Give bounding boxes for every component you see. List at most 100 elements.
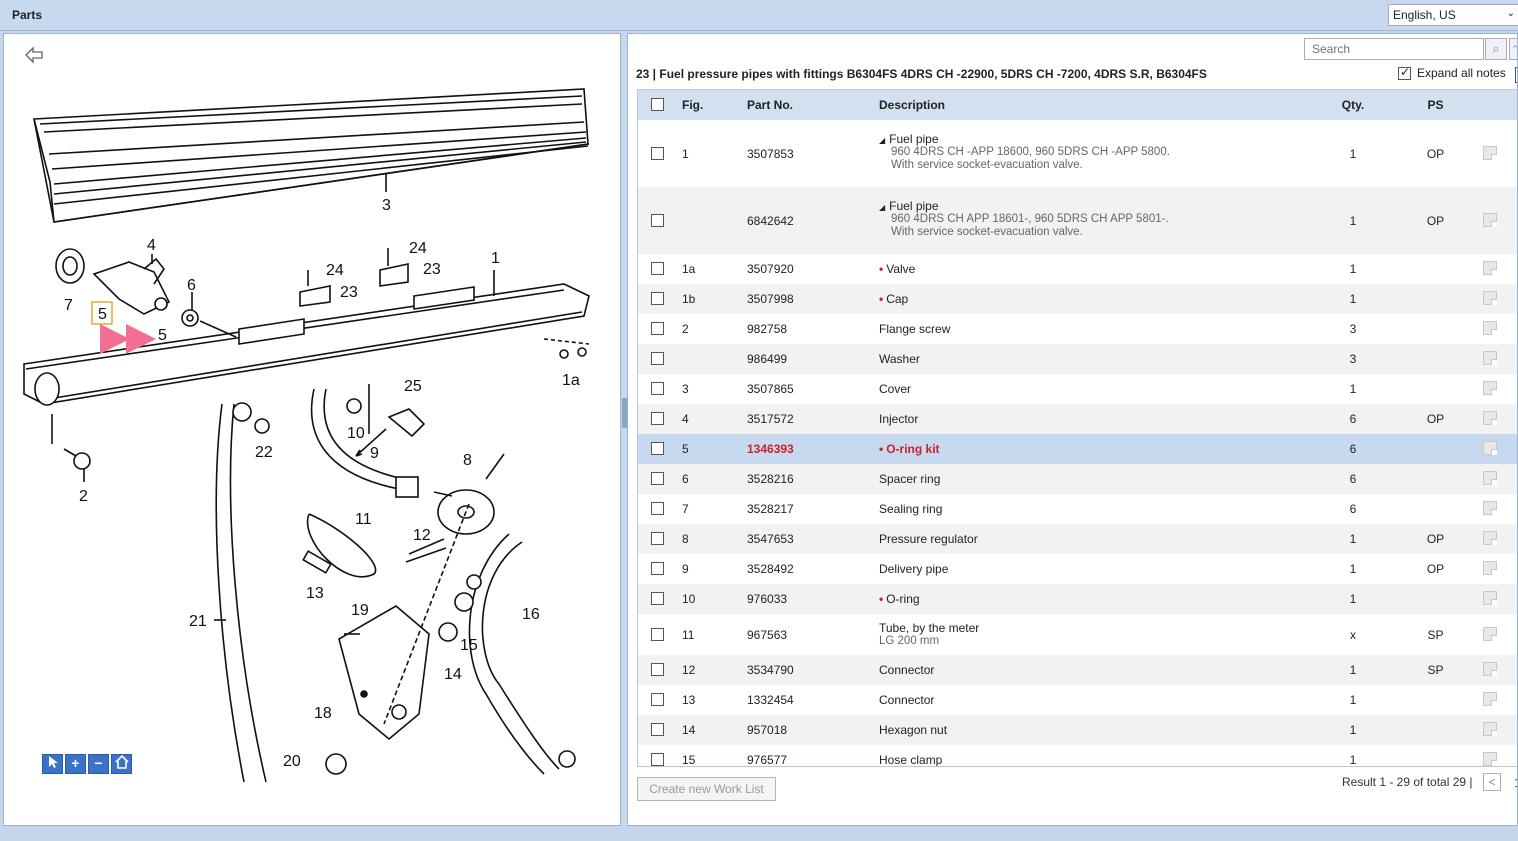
part-number[interactable]: 3507920 [747,262,794,276]
note-icon[interactable] [1483,722,1497,736]
pager-prev-button[interactable]: < [1483,773,1501,791]
note-icon[interactable] [1483,531,1497,545]
callout-label[interactable]: 4 [147,237,156,254]
table-row[interactable]: 11 967563 Tube, by the meter LG 200 mm x SP [638,614,1517,655]
column-header-fig[interactable]: Fig. [682,98,703,112]
part-number[interactable]: 3507998 [747,292,794,306]
callout-label[interactable]: 1 [491,250,500,267]
table-row[interactable]: 12 3534790 Connector 1 SP [638,655,1517,685]
table-row[interactable]: 10 976033 • O-ring 1 [638,584,1517,614]
part-number[interactable]: 967563 [747,628,787,642]
part-number[interactable]: 3528217 [747,502,794,516]
table-row[interactable]: 986499 Washer 3 [638,344,1517,374]
callout-label[interactable]: 14 [444,666,462,683]
part-number[interactable]: 982758 [747,322,787,336]
table-row[interactable]: 9 3528492 Delivery pipe 1 OP [638,554,1517,584]
part-number[interactable]: 3507865 [747,382,794,396]
note-icon[interactable] [1483,501,1497,515]
row-checkbox[interactable] [651,412,664,428]
row-checkbox[interactable] [651,382,664,398]
part-number[interactable]: 1346393 [747,442,794,456]
table-row[interactable]: 8 3547653 Pressure regulator 1 OP [638,524,1517,554]
table-row[interactable]: 1b 3507998 • Cap 1 [638,284,1517,314]
callout-label[interactable]: 24 [326,262,344,279]
callout-label[interactable]: 21 [189,613,207,630]
zoom-in-button[interactable]: + [65,754,86,774]
note-icon[interactable] [1483,261,1497,275]
language-select[interactable]: English, US ⌄ [1388,4,1518,26]
row-checkbox[interactable] [651,147,664,163]
callout-label[interactable]: 16 [522,606,540,623]
callout-label[interactable]: 23 [340,284,358,301]
callout-label[interactable]: 6 [187,277,196,294]
callout-label[interactable]: 1a [562,372,580,389]
row-checkbox[interactable] [651,502,664,518]
table-row[interactable]: 2 982758 Flange screw 3 [638,314,1517,344]
callout-label[interactable]: 23 [423,261,441,278]
callout-label[interactable]: 20 [283,753,301,770]
callout-label[interactable]: 13 [306,585,324,602]
part-number[interactable]: 3528492 [747,562,794,576]
part-number[interactable]: 3528216 [747,472,794,486]
callout-label[interactable]: 22 [255,444,273,461]
note-icon[interactable] [1483,441,1497,455]
row-checkbox[interactable] [651,442,664,458]
search-options-button[interactable]: ⌃ [1509,38,1517,60]
row-checkbox[interactable] [651,262,664,278]
part-number[interactable]: 6842642 [747,214,794,228]
note-icon[interactable] [1483,381,1497,395]
table-row[interactable]: 6842642 ◢ Fuel pipe 960 4DRS CH APP 18601-,… [638,187,1517,254]
callout-label[interactable]: 8 [463,452,472,469]
note-icon[interactable] [1483,213,1497,227]
table-row[interactable]: 3 3507865 Cover 1 [638,374,1517,404]
callout-label[interactable]: 3 [382,197,391,214]
part-number[interactable]: 3534790 [747,663,794,677]
callout-label[interactable]: 18 [314,705,332,722]
expand-triangle-icon[interactable]: ◢ [879,136,885,145]
expand-triangle-icon[interactable]: ◢ [879,203,885,212]
note-icon[interactable] [1483,291,1497,305]
row-checkbox[interactable] [651,693,664,709]
back-arrow-icon[interactable] [24,46,46,64]
row-checkbox[interactable] [651,663,664,679]
row-checkbox[interactable] [651,292,664,308]
column-header-qty[interactable]: Qty. [1328,98,1378,112]
expand-all-checkbox[interactable] [1398,65,1411,80]
callout-label[interactable]: 10 [347,425,365,442]
table-row[interactable]: 7 3528217 Sealing ring 6 [638,494,1517,524]
expand-all-toggle[interactable]: Expand all notes [1398,65,1506,80]
part-number[interactable]: 986499 [747,352,787,366]
table-row[interactable]: 1a 3507920 • Valve 1 [638,254,1517,284]
table-row[interactable]: 15 976577 Hose clamp 1 [638,745,1517,766]
reset-view-button[interactable] [111,754,132,774]
callout-label-highlighted[interactable]: 5 [98,306,107,323]
callout-label[interactable]: 11 [355,511,372,528]
callout-label[interactable]: 12 [413,527,431,544]
note-icon[interactable] [1483,411,1497,425]
column-header-part-no[interactable]: Part No. [747,98,793,112]
callout-label[interactable]: 7 [64,297,73,314]
search-input[interactable] [1304,38,1484,60]
note-icon[interactable] [1483,591,1497,605]
table-row[interactable]: 14 957018 Hexagon nut 1 [638,715,1517,745]
row-checkbox[interactable] [651,322,664,338]
row-checkbox[interactable] [651,214,664,230]
row-checkbox[interactable] [651,352,664,368]
row-checkbox[interactable] [651,562,664,578]
callout-label[interactable]: 25 [404,378,422,395]
table-row[interactable]: 5 1346393 • O-ring kit 6 [638,434,1517,464]
callout-label[interactable]: 5 [158,327,167,344]
note-icon[interactable] [1483,471,1497,485]
row-checkbox[interactable] [651,753,664,766]
callout-label[interactable]: 24 [409,240,427,257]
callout-label[interactable]: 19 [351,602,369,619]
part-number[interactable]: 3507853 [747,147,794,161]
callout-label[interactable]: 2 [79,488,88,505]
column-header-description[interactable]: Description [879,98,945,112]
select-all-checkbox[interactable] [651,98,664,114]
row-checkbox[interactable] [651,723,664,739]
note-icon[interactable] [1483,662,1497,676]
part-number[interactable]: 976033 [747,592,787,606]
column-header-ps[interactable]: PS [1413,98,1458,112]
table-row[interactable]: 13 1332454 Connector 1 [638,685,1517,715]
